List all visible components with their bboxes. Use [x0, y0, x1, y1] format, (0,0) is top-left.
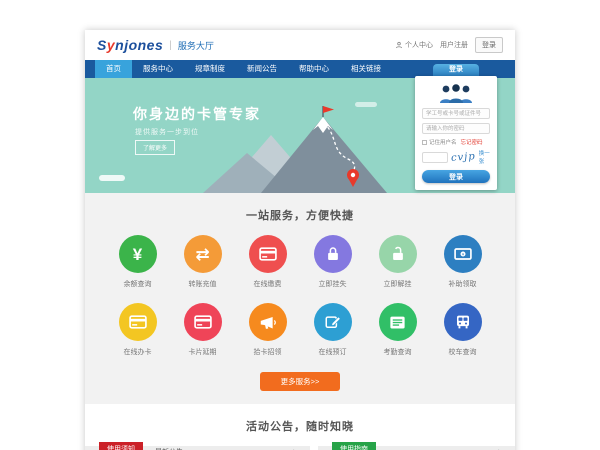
account-input[interactable] — [422, 108, 490, 119]
lock-icon — [314, 235, 352, 273]
usage-notice-tab[interactable]: 使用须知 — [99, 442, 143, 450]
service-label: 在线办卡 — [124, 347, 152, 357]
logo-accent-mark: y — [107, 37, 115, 53]
service-label: 卡片延期 — [189, 347, 217, 357]
service-label: 在线缴费 — [254, 279, 282, 289]
bank-card-icon — [184, 303, 222, 341]
edit-icon — [314, 303, 352, 341]
bank-card-icon — [119, 303, 157, 341]
hero-more-button[interactable]: 了解更多 — [135, 140, 175, 155]
yen-icon: ¥ — [119, 235, 157, 273]
person-icon — [395, 41, 403, 49]
login-card: 登录 记住用户名 忘记密码 cvjp 换一张 — [415, 64, 497, 190]
cloud-shape — [99, 175, 125, 181]
transfer-arrows-icon: ⇄ — [184, 235, 222, 273]
logo: Synjones — [97, 37, 163, 53]
site-container: Synjones | 服务大厅 个人中心 用户注册 登录 首页服务中心规章制度新… — [85, 30, 515, 450]
service-label: 立即解挂 — [384, 279, 412, 289]
page-canvas: Synjones | 服务大厅 个人中心 用户注册 登录 首页服务中心规章制度新… — [0, 0, 600, 450]
site-tagline: 服务大厅 — [178, 39, 214, 52]
unlock-icon — [379, 235, 417, 273]
services-title: 一站服务，方便快捷 — [85, 207, 515, 223]
service-item[interactable]: ¥ 余额查询 — [105, 235, 170, 289]
header-login-button[interactable]: 登录 — [475, 37, 503, 53]
header-right: 个人中心 用户注册 登录 — [395, 37, 503, 53]
nav-item[interactable]: 新闻公告 — [236, 60, 288, 78]
logo-text: S — [97, 37, 107, 53]
personal-center-label: 个人中心 — [405, 40, 433, 50]
service-item[interactable]: ¥ 补助领取 — [430, 235, 495, 289]
service-item[interactable]: 校车查询 — [430, 303, 495, 357]
usage-guide-tab[interactable]: 使用指南 — [332, 442, 376, 450]
more-services-button[interactable]: 更多服务>> — [260, 372, 340, 391]
remember-checkbox[interactable] — [422, 140, 427, 145]
nav-item[interactable]: 规章制度 — [184, 60, 236, 78]
transfer-arrows-icon: ⇄ — [195, 246, 209, 263]
service-label: 在线预订 — [319, 347, 347, 357]
hero-title: 你身边的卡管专家 — [133, 104, 261, 124]
bus-icon — [444, 303, 482, 341]
bank-card-icon — [249, 235, 287, 273]
notice-tab-bar: 使用须知 最新公告 更多>> — [85, 446, 310, 450]
announcement-panels: 使用须知 最新公告 更多>> 使用指南 更多>> — [85, 446, 515, 450]
attendance-list-icon — [379, 303, 417, 341]
guide-panel: 使用指南 更多>> — [318, 446, 515, 450]
login-form: 记住用户名 忘记密码 cvjp 换一张 登录 — [415, 76, 497, 190]
captcha-input[interactable] — [422, 152, 448, 163]
user-register-link[interactable]: 用户注册 — [440, 40, 468, 50]
remember-label: 记住用户名 — [429, 138, 457, 146]
service-item[interactable]: 拾卡招领 — [235, 303, 300, 357]
guide-tab-bar: 使用指南 更多>> — [318, 446, 515, 450]
user-register-label: 用户注册 — [440, 40, 468, 50]
captcha-image: cvjp — [451, 151, 476, 164]
captcha-row: cvjp 换一张 — [422, 149, 490, 165]
users-group-icon — [438, 83, 474, 103]
service-item[interactable]: 立即解挂 — [365, 235, 430, 289]
service-item[interactable]: ⇄ 转账充值 — [170, 235, 235, 289]
services-section: 一站服务，方便快捷 ¥ 余额查询 ⇄ 转账充值 在线缴费 立即挂失 立即解挂 ¥ 补助领取在线办… — [85, 193, 515, 404]
hero-subtitle: 提供服务一步到位 — [135, 127, 199, 137]
service-item[interactable]: 考勤查询 — [365, 303, 430, 357]
announcements-title: 活动公告，随时知晓 — [85, 418, 515, 434]
remember-row: 记住用户名 忘记密码 — [422, 138, 490, 146]
site-header: Synjones | 服务大厅 个人中心 用户注册 登录 — [85, 30, 515, 60]
service-item[interactable]: 立即挂失 — [300, 235, 365, 289]
notice-panel: 使用须知 最新公告 更多>> — [85, 446, 310, 450]
login-tab[interactable]: 登录 — [433, 64, 479, 76]
nav-item[interactable]: 服务中心 — [132, 60, 184, 78]
forgot-password-link[interactable]: 忘记密码 — [461, 138, 483, 146]
nav-item[interactable]: 相关链接 — [340, 60, 392, 78]
service-label: 校车查询 — [449, 347, 477, 357]
yen-icon: ¥ — [133, 246, 142, 263]
service-item[interactable]: 在线办卡 — [105, 303, 170, 357]
logo-text-rest: njones — [115, 37, 163, 53]
password-input[interactable] — [422, 123, 490, 134]
personal-center-link[interactable]: 个人中心 — [395, 40, 433, 50]
login-submit-button[interactable]: 登录 — [422, 170, 490, 183]
service-label: 拾卡招领 — [254, 347, 282, 357]
nav-item[interactable]: 帮助中心 — [288, 60, 340, 78]
service-item[interactable]: 卡片延期 — [170, 303, 235, 357]
change-captcha-link[interactable]: 换一张 — [479, 149, 490, 165]
service-item[interactable]: 在线预订 — [300, 303, 365, 357]
service-grid: ¥ 余额查询 ⇄ 转账充值 在线缴费 立即挂失 立即解挂 ¥ 补助领取在线办卡 卡片延期 拾卡招领 在… — [85, 235, 515, 357]
announcements-section: 活动公告，随时知晓 使用须知 最新公告 更多>> 使用指南 更多>> — [85, 404, 515, 450]
logo-divider: | — [169, 40, 172, 51]
banknote-icon: ¥ — [444, 235, 482, 273]
nav-item[interactable]: 首页 — [95, 60, 132, 78]
megaphone-icon — [249, 303, 287, 341]
service-item[interactable]: 在线缴费 — [235, 235, 300, 289]
service-label: 补助领取 — [449, 279, 477, 289]
service-label: 考勤查询 — [384, 347, 412, 357]
service-label: 立即挂失 — [319, 279, 347, 289]
service-label: 转账充值 — [189, 279, 217, 289]
service-label: 余额查询 — [124, 279, 152, 289]
